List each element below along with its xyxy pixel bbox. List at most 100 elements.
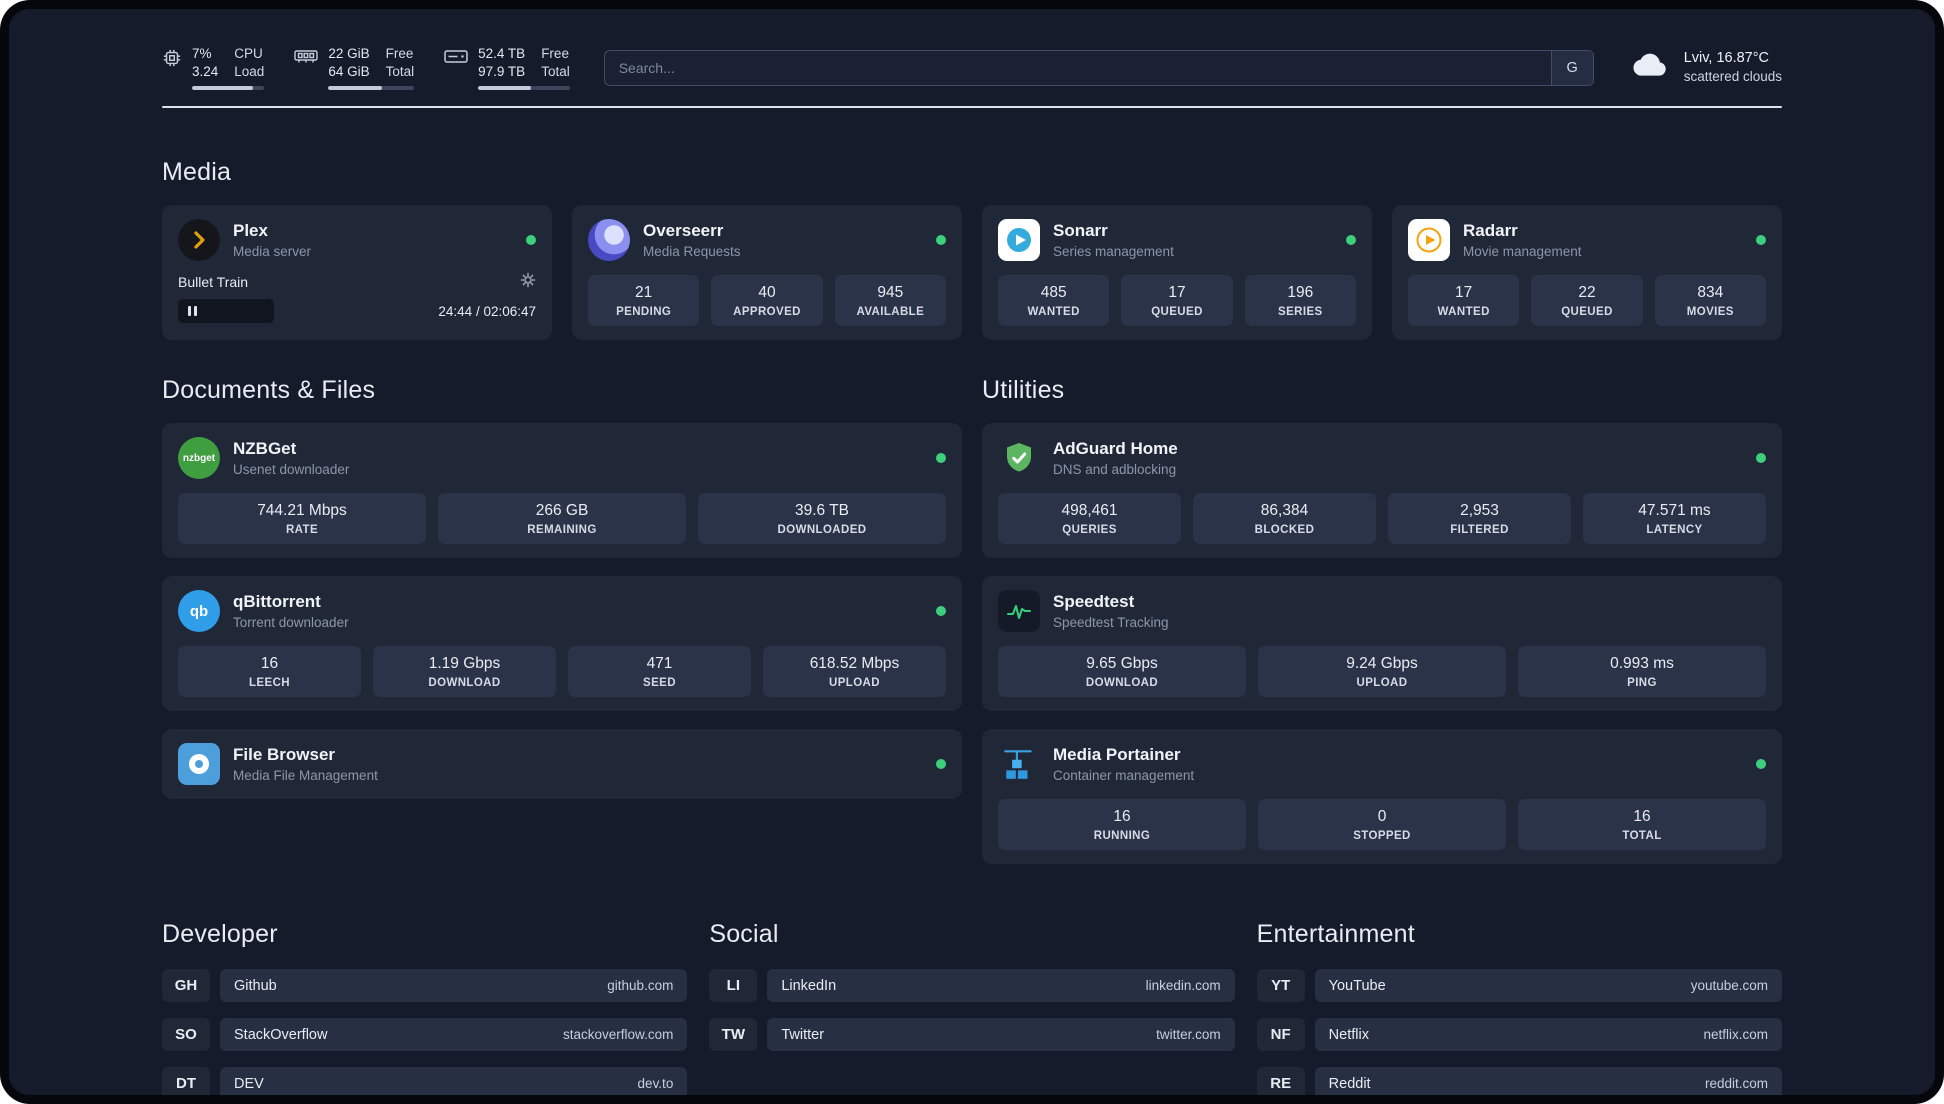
playback-time: 24:44 / 02:06:47 — [438, 303, 536, 319]
bookmark-twitter[interactable]: TW Twitter twitter.com — [709, 1018, 1235, 1052]
stat-tile: 618.52 Mbps UPLOAD — [763, 646, 946, 698]
radarr-icon — [1408, 219, 1450, 262]
stat-value: 39.6 TB — [794, 502, 849, 520]
section-title-media: Media — [162, 158, 232, 187]
stat-tile: 86,384 BLOCKED — [1193, 493, 1376, 545]
stat-label: BLOCKED — [1254, 524, 1315, 537]
card-subtitle: Torrent downloader — [233, 614, 349, 630]
gear-icon[interactable] — [520, 272, 536, 291]
card-title: NZBGet — [233, 439, 297, 459]
status-dot — [936, 759, 946, 770]
section-title-utilities: Utilities — [982, 376, 1065, 405]
speedtest-icon — [998, 590, 1040, 633]
memory-icon — [294, 48, 319, 70]
bookmark-abbr: SO — [162, 1018, 210, 1052]
card-subtitle: DNS and adblocking — [1053, 461, 1177, 477]
disk-widget: 52.4 TB 97.9 TB Free Total — [444, 45, 570, 91]
stat-label: QUEUED — [1561, 306, 1613, 319]
now-playing-title: Bullet Train — [178, 273, 249, 290]
card-radarr[interactable]: Radarr Movie management 17 WANTED 22 QUE… — [1392, 205, 1782, 341]
plex-icon — [178, 219, 220, 262]
search-input[interactable] — [604, 50, 1551, 85]
stat-label: QUERIES — [1062, 524, 1117, 537]
adguard-icon — [998, 437, 1040, 479]
stat-value: 1.19 Gbps — [428, 655, 501, 673]
card-title: File Browser — [233, 745, 336, 765]
bookmark-github[interactable]: GH Github github.com — [162, 969, 688, 1003]
stat-value: 17 — [1455, 284, 1473, 302]
bookmark-stackoverflow[interactable]: SO StackOverflow stackoverflow.com — [162, 1018, 688, 1052]
section-developer: Developer GH Github github.com SO StackO… — [162, 920, 688, 1095]
bookmark-reddit[interactable]: RE Reddit reddit.com — [1256, 1067, 1782, 1095]
stat-tile: 17 WANTED — [1408, 275, 1520, 327]
filebrowser-icon — [178, 743, 220, 786]
card-sonarr[interactable]: Sonarr Series management 485 WANTED 17 Q… — [982, 205, 1372, 341]
bookmark-abbr: YT — [1256, 969, 1305, 1003]
stat-value: 945 — [877, 284, 904, 302]
stat-tile: 21 PENDING — [588, 275, 700, 327]
card-qbittorrent[interactable]: qb qBittorrent Torrent downloader 16 LEE… — [162, 576, 962, 712]
disk-total-value: 97.9 TB — [478, 63, 526, 79]
card-speedtest[interactable]: Speedtest Speedtest Tracking 9.65 Gbps D… — [982, 576, 1782, 712]
card-subtitle: Series management — [1053, 243, 1174, 259]
bookmark-abbr: NF — [1256, 1018, 1305, 1052]
bookmark-dev[interactable]: DT DEV dev.to — [162, 1067, 688, 1095]
card-title: qBittorrent — [233, 592, 321, 612]
stat-value: 9.65 Gbps — [1086, 655, 1158, 673]
stat-value: 9.24 Gbps — [1346, 655, 1418, 673]
weather-widget[interactable]: Lviv, 16.87°C scattered clouds — [1628, 49, 1782, 87]
stat-value: 498,461 — [1061, 502, 1118, 520]
bookmark-netflix[interactable]: NF Netflix netflix.com — [1256, 1018, 1782, 1052]
plex-now-playing: Bullet Train 24:44 / 02:06:47 — [178, 272, 536, 324]
stat-tile: 945 AVAILABLE — [834, 275, 946, 327]
card-plex[interactable]: Plex Media server Bullet Train 24:44 / 0… — [162, 205, 552, 341]
bookmark-linkedin[interactable]: LI LinkedIn linkedin.com — [709, 969, 1235, 1003]
stat-tile: 39.6 TB DOWNLOADED — [698, 493, 946, 545]
status-dot — [1756, 453, 1766, 464]
card-subtitle: Media Requests — [643, 243, 741, 259]
card-nzbget[interactable]: nzbget NZBGet Usenet downloader 744.21 M… — [162, 423, 962, 559]
stat-label: DOWNLOAD — [428, 677, 501, 690]
stat-label: UPLOAD — [829, 677, 880, 690]
card-portainer[interactable]: Media Portainer Container management 16 … — [982, 729, 1782, 865]
card-title: AdGuard Home — [1053, 439, 1178, 459]
cpu-load-value: 3.24 — [192, 63, 219, 79]
bookmark-url: github.com — [607, 978, 674, 994]
stat-label: DOWNLOADED — [777, 524, 867, 537]
stat-label: SERIES — [1278, 306, 1323, 319]
stat-value: 47.571 ms — [1638, 502, 1711, 520]
sonarr-icon — [998, 219, 1040, 262]
stat-tile: 16 LEECH — [178, 646, 361, 698]
qbittorrent-icon: qb — [178, 590, 220, 633]
memory-total-label: Total — [385, 63, 415, 79]
bookmark-url: dev.to — [637, 1076, 674, 1092]
card-overseerr[interactable]: Overseerr Media Requests 21 PENDING 40 A… — [572, 205, 962, 341]
card-adguard[interactable]: AdGuard Home DNS and adblocking 498,461 … — [982, 423, 1782, 559]
stat-value: 21 — [635, 284, 653, 302]
disk-usage-bar — [478, 86, 570, 91]
stat-tile: 22 QUEUED — [1531, 275, 1643, 327]
stat-value: 22 — [1578, 284, 1596, 302]
pause-button[interactable] — [178, 299, 274, 324]
card-subtitle: Media File Management — [233, 767, 378, 783]
card-title: Media Portainer — [1053, 745, 1181, 765]
weather-condition: scattered clouds — [1683, 69, 1782, 85]
bookmark-youtube[interactable]: YT YouTube youtube.com — [1256, 969, 1782, 1003]
stat-value: 0.993 ms — [1610, 655, 1674, 673]
disk-free-value: 52.4 TB — [478, 46, 526, 61]
dashboard-content: 7% 3.24 CPU Load 22 GiB 64 GiB Free Tota… — [162, 9, 1782, 1095]
card-filebrowser[interactable]: File Browser Media File Management — [162, 729, 962, 800]
bookmark-name: Github — [234, 977, 277, 994]
disk-total-label: Total — [541, 63, 570, 79]
stat-tile: 196 SERIES — [1244, 275, 1356, 327]
status-dot — [1346, 235, 1356, 246]
search-provider-button[interactable]: G — [1550, 50, 1593, 85]
cpu-percent: 7% — [192, 46, 212, 61]
card-title: Radarr — [1463, 221, 1518, 241]
section-title-developer: Developer — [162, 920, 278, 949]
stat-label: AVAILABLE — [856, 306, 925, 319]
portainer-icon — [998, 743, 1040, 785]
memory-free-label: Free — [385, 46, 414, 61]
bookmark-url: youtube.com — [1690, 978, 1768, 994]
cpu-icon — [162, 48, 182, 73]
